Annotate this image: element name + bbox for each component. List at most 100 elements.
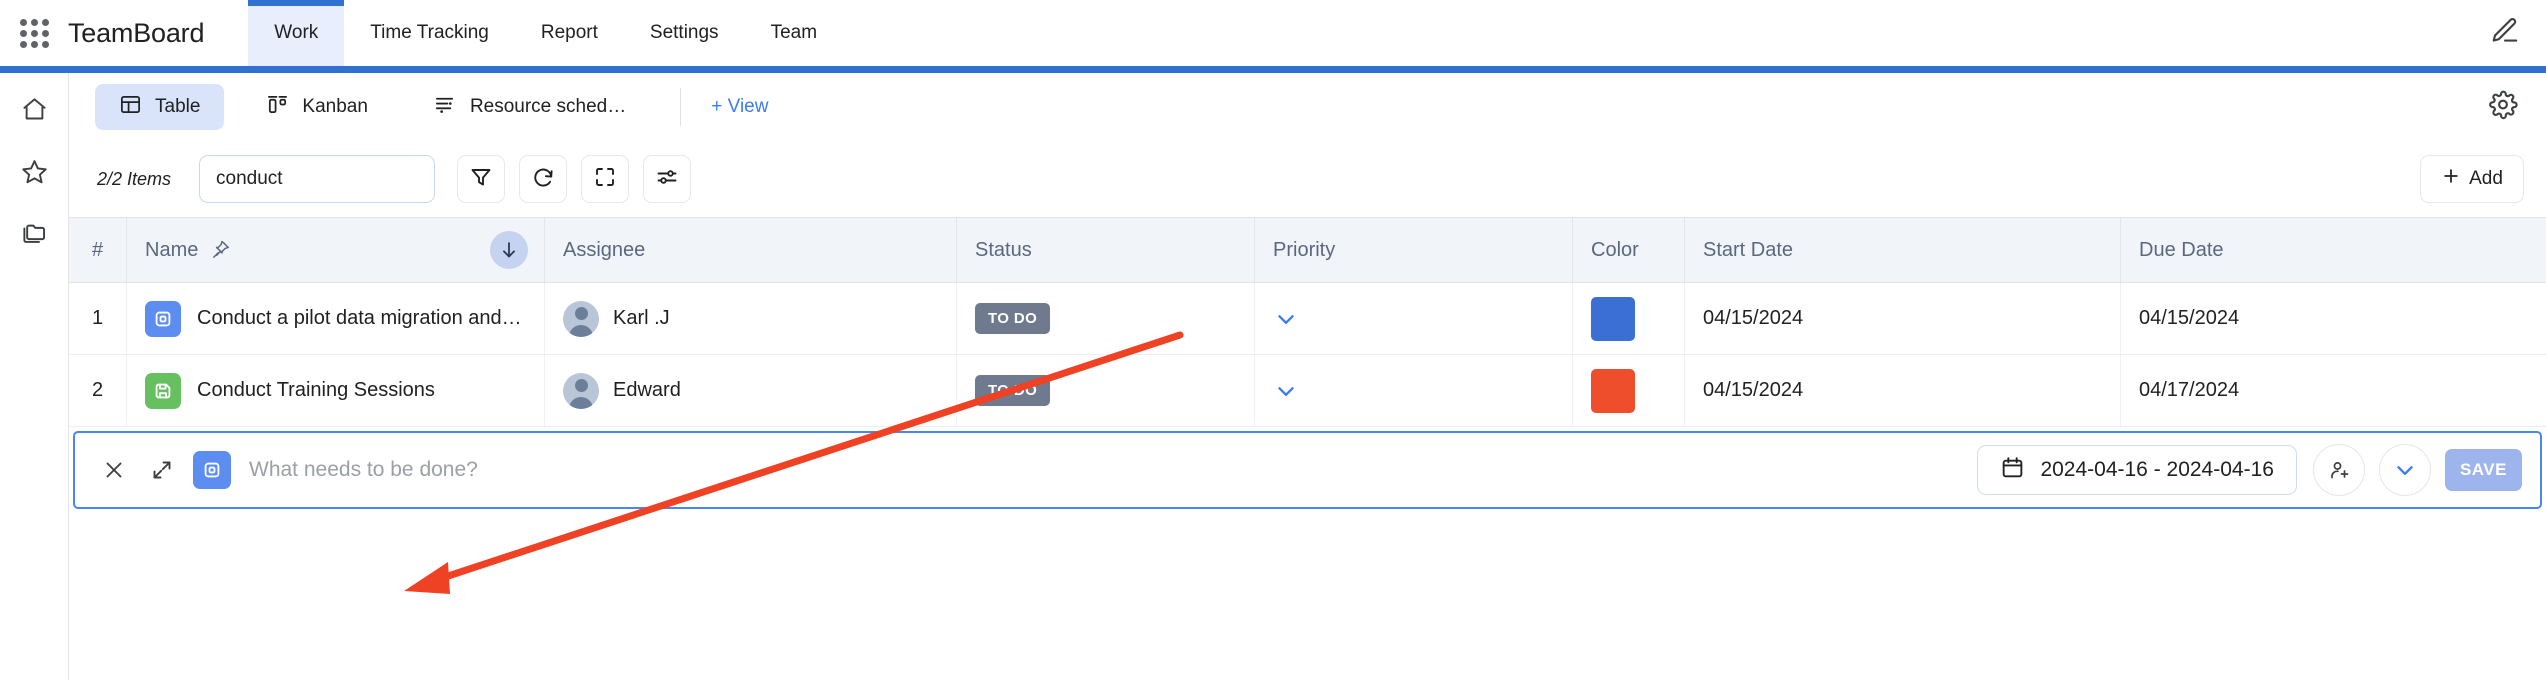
add-person-icon[interactable]: [2313, 444, 2365, 496]
folders-icon[interactable]: [16, 215, 52, 251]
view-tab-resource-scheduler[interactable]: Resource sched…: [410, 84, 650, 130]
column-header-due-date[interactable]: Due Date: [2121, 218, 2546, 282]
column-header-due-date-label: Due Date: [2139, 239, 2224, 262]
column-header-start-date-label: Start Date: [1703, 239, 1793, 262]
tab-report[interactable]: Report: [515, 0, 624, 66]
add-button[interactable]: Add: [2420, 155, 2524, 203]
cell-due-date[interactable]: 04/15/2024: [2121, 283, 2546, 354]
new-task-input[interactable]: [249, 458, 1977, 482]
resource-scheduler-icon: [434, 93, 457, 122]
tab-report-label: Report: [541, 22, 598, 44]
view-tab-kanban[interactable]: Kanban: [242, 84, 392, 130]
gear-icon[interactable]: [2488, 90, 2518, 125]
row-due-date-label: 04/17/2024: [2139, 379, 2239, 402]
view-tab-table-label: Table: [155, 96, 200, 118]
table-row[interactable]: 1 Conduct a pilot data migration and…: [69, 283, 2546, 355]
cell-due-date[interactable]: 04/17/2024: [2121, 355, 2546, 426]
cell-color[interactable]: [1573, 283, 1685, 354]
pin-icon[interactable]: [210, 240, 231, 261]
fullscreen-icon: [593, 165, 617, 194]
table-icon: [119, 93, 142, 122]
sort-name-button[interactable]: [490, 231, 528, 269]
add-view-button[interactable]: + View: [711, 96, 768, 118]
cell-start-date[interactable]: 04/15/2024: [1685, 355, 2121, 426]
cell-priority[interactable]: [1255, 283, 1573, 354]
task-square-icon[interactable]: [193, 451, 231, 489]
view-tab-table[interactable]: Table: [95, 84, 224, 130]
close-icon[interactable]: [97, 458, 131, 482]
filter-button[interactable]: [457, 155, 505, 203]
refresh-button[interactable]: [519, 155, 567, 203]
column-header-index[interactable]: #: [69, 218, 127, 282]
save-button[interactable]: SAVE: [2445, 449, 2522, 491]
row-start-date-label: 04/15/2024: [1703, 307, 1803, 330]
row-assignee-label: Edward: [613, 379, 681, 402]
column-header-index-label: #: [92, 239, 103, 262]
date-range-label: 2024-04-16 - 2024-04-16: [2040, 458, 2274, 482]
more-options-chevron-icon[interactable]: [2379, 444, 2431, 496]
cell-name[interactable]: Conduct Training Sessions: [127, 355, 545, 426]
add-button-label: Add: [2469, 168, 2503, 190]
app-title: TeamBoard: [68, 18, 204, 49]
pencil-icon[interactable]: [2490, 16, 2520, 51]
tab-settings[interactable]: Settings: [624, 0, 745, 66]
apps-grid-icon[interactable]: [0, 19, 68, 48]
date-range-picker[interactable]: 2024-04-16 - 2024-04-16: [1977, 445, 2297, 495]
display-settings-button[interactable]: [643, 155, 691, 203]
cell-color[interactable]: [1573, 355, 1685, 426]
main-tabs: Work Time Tracking Report Settings Team: [248, 0, 843, 66]
row-name-label: Conduct Training Sessions: [197, 379, 435, 402]
tab-settings-label: Settings: [650, 22, 719, 44]
header-accent-rule: [0, 66, 2546, 73]
status-badge[interactable]: TO DO: [975, 375, 1050, 406]
row-start-date-label: 04/15/2024: [1703, 379, 1803, 402]
items-count-label: 2/2 Items: [97, 169, 171, 190]
tab-team-label: Team: [771, 22, 817, 44]
cell-priority[interactable]: [1255, 355, 1573, 426]
tab-team[interactable]: Team: [745, 0, 843, 66]
tab-time-tracking[interactable]: Time Tracking: [344, 0, 515, 66]
column-header-color[interactable]: Color: [1573, 218, 1685, 282]
top-header: TeamBoard Work Time Tracking Report Sett…: [0, 0, 2546, 66]
cell-status[interactable]: TO DO: [957, 355, 1255, 426]
cell-assignee[interactable]: Edward: [545, 355, 957, 426]
calendar-icon: [2000, 455, 2025, 486]
color-swatch[interactable]: [1591, 297, 1635, 341]
inline-add-row: 2024-04-16 - 2024-04-16: [73, 431, 2542, 509]
column-header-priority[interactable]: Priority: [1255, 218, 1573, 282]
status-badge[interactable]: TO DO: [975, 303, 1050, 334]
cell-name[interactable]: Conduct a pilot data migration and…: [127, 283, 545, 354]
column-header-status[interactable]: Status: [957, 218, 1255, 282]
column-header-assignee[interactable]: Assignee: [545, 218, 957, 282]
apps-grid-dots: [20, 19, 49, 48]
app-shell: Table Kanban: [0, 73, 2546, 680]
cell-assignee[interactable]: Karl .J: [545, 283, 957, 354]
task-square-icon: [145, 301, 181, 337]
table-row[interactable]: 2 Conduct Training Sessions: [69, 355, 2546, 427]
cell-start-date[interactable]: 04/15/2024: [1685, 283, 2121, 354]
column-header-start-date[interactable]: Start Date: [1685, 218, 2121, 282]
row-index-label: 2: [92, 379, 103, 402]
view-tab-kanban-label: Kanban: [302, 96, 368, 118]
chevron-down-icon[interactable]: [1273, 378, 1299, 404]
fullscreen-button[interactable]: [581, 155, 629, 203]
row-assignee-label: Karl .J: [613, 307, 670, 330]
search-input[interactable]: [199, 155, 435, 203]
cell-status[interactable]: TO DO: [957, 283, 1255, 354]
cell-index: 1: [69, 283, 127, 354]
tab-work-label: Work: [274, 22, 318, 44]
star-icon[interactable]: [16, 153, 52, 189]
expand-icon[interactable]: [145, 458, 179, 482]
row-due-date-label: 04/15/2024: [2139, 307, 2239, 330]
chevron-down-icon[interactable]: [1273, 306, 1299, 332]
tab-work[interactable]: Work: [248, 0, 344, 66]
color-swatch[interactable]: [1591, 369, 1635, 413]
column-header-assignee-label: Assignee: [563, 239, 645, 262]
column-header-name[interactable]: Name: [127, 218, 545, 282]
row-name-label: Conduct a pilot data migration and…: [197, 307, 522, 330]
home-icon[interactable]: [16, 91, 52, 127]
toolbar-divider: [680, 88, 681, 126]
save-square-icon: [145, 373, 181, 409]
column-header-name-label: Name: [145, 239, 198, 262]
refresh-icon: [531, 165, 555, 194]
